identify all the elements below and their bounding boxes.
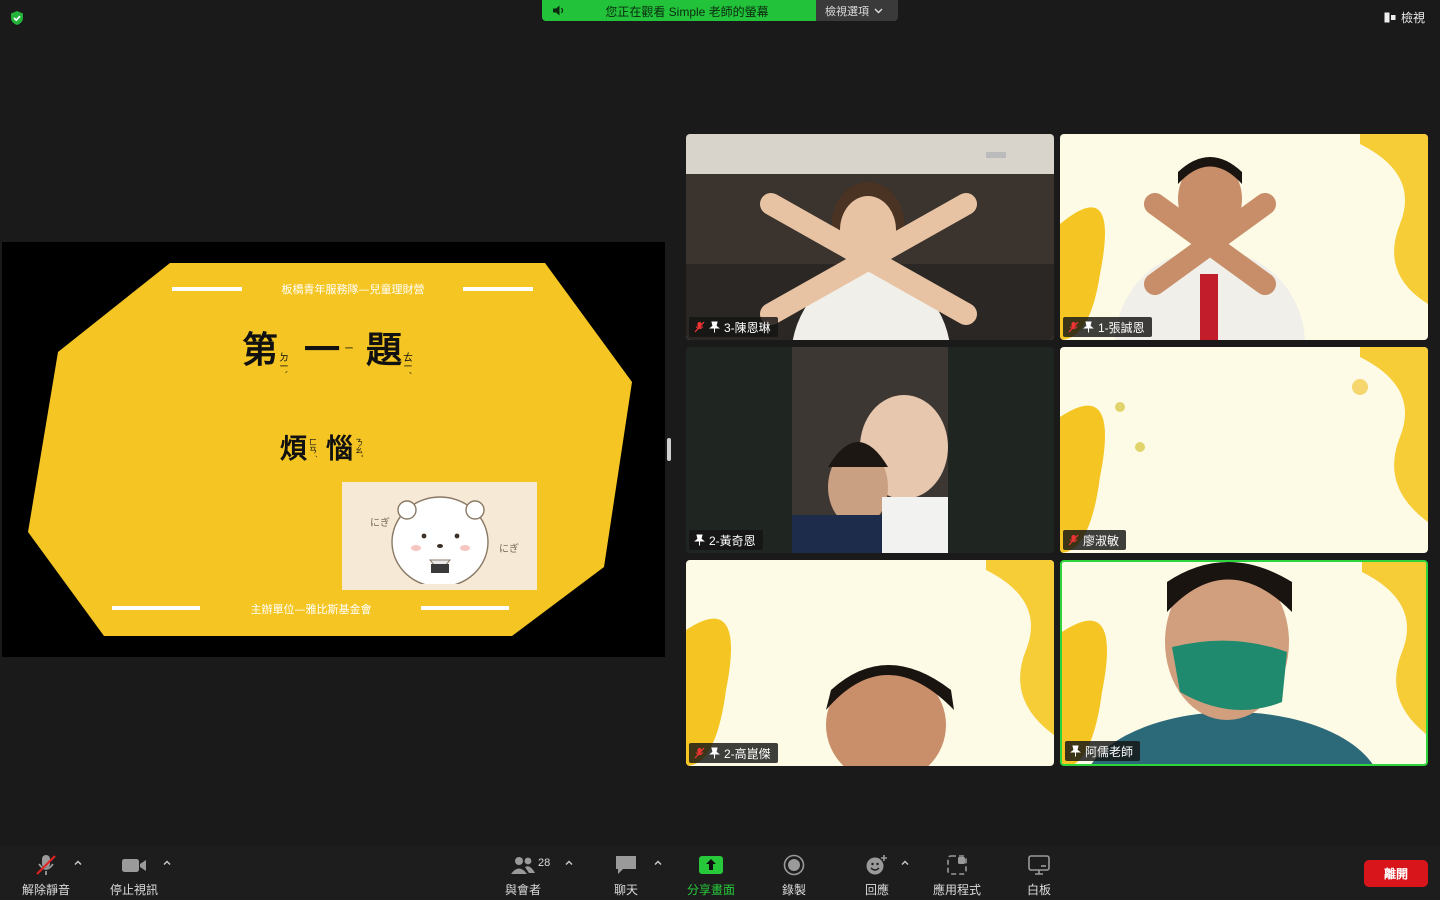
view-layout-button[interactable]: 檢視 [1384, 9, 1425, 26]
reactions-options-caret-icon[interactable] [900, 858, 910, 868]
security-shield-icon[interactable] [9, 10, 25, 26]
smiley-plus-icon [866, 855, 887, 875]
chat-options-caret-icon[interactable] [653, 858, 663, 868]
video-feed [686, 560, 1054, 766]
video-feed [686, 347, 1054, 553]
participant-name: 1-張誠恩 [1098, 320, 1145, 335]
video-camera-icon [122, 859, 146, 872]
slide-word-bopomofo-1: ㄈㄢˊ [309, 438, 319, 458]
mic-muted-icon [694, 747, 705, 759]
mic-muted-icon [1068, 321, 1079, 333]
share-screen-icon [699, 856, 723, 874]
participant-name-tag: 3-陳恩琳 [689, 317, 778, 337]
unmute-label: 解除靜音 [21, 883, 70, 897]
participant-name: 2-高崑傑 [724, 746, 771, 761]
participants-button[interactable]: 28 與會者 [478, 852, 568, 898]
participant-name: 3-陳恩琳 [724, 320, 771, 335]
slide-title-char-2: 一 [304, 330, 340, 371]
share-screen-label: 分享畫面 [686, 883, 735, 897]
view-layout-icon [1384, 12, 1396, 23]
stop-video-label: 停止視訊 [109, 883, 158, 897]
participant-name: 2-黃奇恩 [709, 533, 756, 548]
participant-name-tag: 2-黃奇恩 [689, 530, 763, 550]
video-feed [1060, 134, 1428, 340]
whiteboard-button[interactable]: 白板 [994, 852, 1084, 898]
participant-name: 阿儒老師 [1085, 744, 1134, 759]
shared-screen[interactable]: にぎ にぎ 板橋青年服務隊—兒童理財營 第 ㄉㄧˋ 一 ㄧ 題 ㄊㄧˊ 煩 ㄈㄢ… [2, 242, 665, 657]
slide-header-rule-left [172, 287, 242, 291]
meeting-toolbar: 解除靜音 停止視訊 28 與會者 聊天 分享畫面 錄製 回應 應用程式 白板 [0, 846, 1440, 900]
screen-share-banner: 您正在觀看 Simple 老師的螢幕 [542, 0, 816, 21]
slide-header-rule-right [463, 287, 533, 291]
screen-share-status-text: 您正在觀看 Simple 老師的螢幕 [605, 5, 769, 19]
view-options-label: 檢視選項 [825, 5, 869, 18]
participants-icon [511, 857, 535, 874]
mic-muted-icon [1068, 534, 1079, 546]
video-tile-participant-4[interactable]: 廖淑敏 [1060, 347, 1428, 553]
chat-label: 聊天 [613, 883, 638, 897]
pin-icon [694, 534, 705, 546]
participants-label: 與會者 [504, 883, 541, 897]
slide-footer-rule-left [112, 606, 200, 610]
participant-name-tag: 2-高崑傑 [689, 743, 778, 763]
apps-label: 應用程式 [932, 883, 981, 897]
participant-name-tag: 1-張誠恩 [1063, 317, 1152, 337]
slide-word-char-2: 惱 [326, 434, 353, 465]
video-feed [686, 134, 1054, 340]
video-tile-participant-1[interactable]: 3-陳恩琳 [686, 134, 1054, 340]
record-label: 錄製 [781, 883, 806, 897]
slide-title-char-3: 題 [366, 330, 402, 371]
whiteboard-label: 白板 [1026, 883, 1051, 897]
audio-options-caret-icon[interactable] [73, 858, 83, 868]
whiteboard-icon [1028, 855, 1050, 875]
reactions-label: 回應 [864, 883, 889, 897]
slide-word-bopomofo-2: ㄋㄠˇ [355, 438, 365, 458]
share-screen-button[interactable]: 分享畫面 [666, 852, 756, 898]
slide-title-bopomofo-1: ㄉㄧˋ [277, 352, 289, 375]
apps-button[interactable]: 應用程式 [912, 852, 1002, 898]
participant-name: 廖淑敏 [1083, 533, 1120, 548]
chevron-down-icon [874, 8, 883, 13]
slide-word-char-1: 煩 [280, 434, 308, 465]
participants-options-caret-icon[interactable] [564, 858, 574, 868]
view-options-dropdown[interactable]: 檢視選項 [816, 0, 898, 21]
slide-title-bopomofo-2: ㄧ [344, 344, 354, 355]
mic-muted-icon [694, 321, 705, 333]
pin-icon [709, 747, 720, 759]
record-icon [783, 854, 805, 876]
meeting-main-area: 您正在觀看 Simple 老師的螢幕 檢視選項 檢視 にぎ にぎ 板橋青年服務隊… [0, 0, 1440, 846]
bear-text-left: にぎ [370, 516, 390, 529]
video-tile-participant-5[interactable]: 2-高崑傑 [686, 560, 1054, 766]
video-tile-participant-3[interactable]: 2-黃奇恩 [686, 347, 1054, 553]
slide-header-text: 板橋青年服務隊—兒童理財營 [282, 282, 425, 296]
participant-name-tag: 廖淑敏 [1063, 530, 1127, 550]
video-options-caret-icon[interactable] [162, 858, 172, 868]
slide-title-bopomofo-3: ㄊㄧˊ [401, 352, 413, 375]
microphone-muted-icon [36, 855, 56, 875]
record-button[interactable]: 錄製 [749, 852, 839, 898]
video-feed [1062, 562, 1426, 764]
pin-icon [709, 321, 720, 333]
video-tile-participant-6-active-speaker[interactable]: 阿儒老師 [1060, 560, 1428, 766]
leave-meeting-button[interactable]: 離開 [1364, 860, 1428, 887]
chat-bubble-icon [616, 856, 636, 874]
bear-text-right: にぎ [499, 542, 519, 555]
participant-count: 28 [538, 857, 551, 869]
split-view-drag-handle[interactable] [667, 438, 671, 461]
slide-canvas: にぎ にぎ 板橋青年服務隊—兒童理財營 第 ㄉㄧˋ 一 ㄧ 題 ㄊㄧˊ 煩 ㄈㄢ… [28, 263, 632, 636]
view-label: 檢視 [1400, 11, 1425, 25]
pin-icon [1083, 321, 1094, 333]
pin-icon [1070, 745, 1081, 757]
apps-icon [947, 855, 967, 875]
video-feed [1060, 347, 1428, 553]
slide-footer-rule-right [421, 606, 509, 610]
video-tile-participant-2[interactable]: 1-張誠恩 [1060, 134, 1428, 340]
participant-name-tag: 阿儒老師 [1065, 741, 1141, 761]
slide-title-char-1: 第 [242, 330, 278, 371]
slide-footer-text: 主辦單位—雅比斯基金會 [251, 602, 372, 616]
